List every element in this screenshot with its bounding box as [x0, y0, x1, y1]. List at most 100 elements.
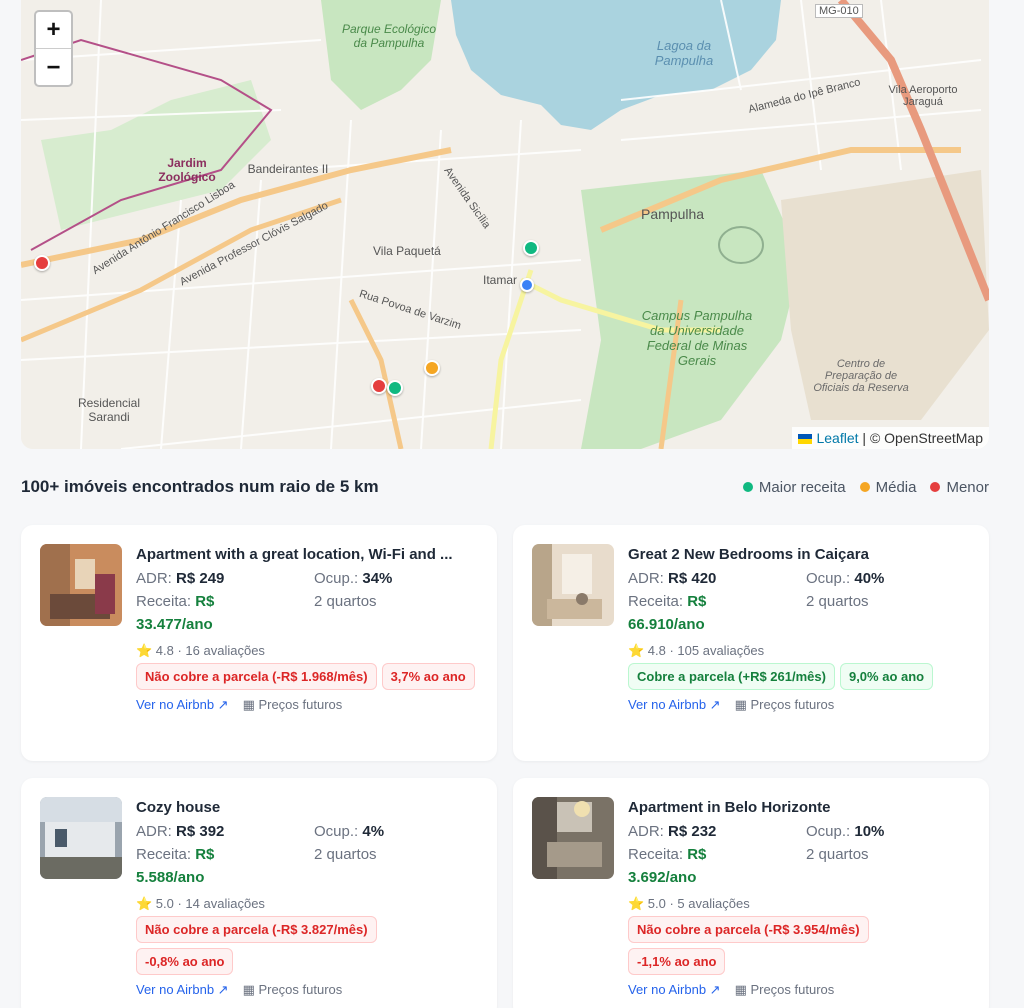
- occ-stat: Ocup.: 34%: [314, 567, 474, 590]
- map-pin-orange[interactable]: [424, 360, 440, 376]
- revenue-label: Receita:: [136, 593, 192, 610]
- ukraine-flag-icon: [798, 434, 813, 444]
- revenue-label: Receita:: [628, 846, 684, 863]
- map-label-vila-paqueta: Vila Paquetá: [373, 244, 441, 258]
- adr-label: ADR:: [628, 570, 664, 587]
- orange-dot-icon: [859, 482, 870, 492]
- airbnb-link[interactable]: Ver no Airbnb ↗: [136, 697, 229, 713]
- listing-links: Ver no Airbnb ↗ ▦ Preços futuros: [628, 697, 968, 713]
- revenue-value: 33.477/ano: [136, 616, 213, 633]
- installment-badge: Não cobre a parcela (-R$ 3.827/mês): [136, 916, 377, 943]
- badges: Não cobre a parcela (-R$ 1.968/mês) 3,7%…: [136, 663, 476, 690]
- occ-stat: Ocup.: 4%: [314, 820, 474, 843]
- rating: ⭐ 5.0 · 5 avaliações: [628, 896, 750, 911]
- airbnb-link[interactable]: Ver no Airbnb ↗: [628, 982, 721, 998]
- listing-links: Ver no Airbnb ↗ ▦ Preços futuros: [136, 982, 476, 998]
- revenue-value: 66.910/ano: [628, 616, 705, 633]
- legend: Maior receita Média Menor: [742, 479, 989, 496]
- future-prices-link[interactable]: ▦ Preços futuros: [735, 982, 835, 998]
- adr-stat: ADR: R$ 420: [628, 567, 806, 590]
- installment-badge: Não cobre a parcela (-R$ 1.968/mês): [136, 663, 377, 690]
- occ-value: 10%: [854, 823, 885, 840]
- listing-card[interactable]: Great 2 New Bedrooms in Caiçara ADR: R$ …: [513, 525, 989, 761]
- listing-photo[interactable]: [40, 544, 122, 626]
- future-prices-link[interactable]: ▦ Preços futuros: [243, 697, 343, 713]
- map-label-itamar: Itamar: [483, 273, 518, 287]
- badges: Cobre a parcela (+R$ 261/mês) 9,0% ao an…: [628, 663, 968, 690]
- adr-stat: ADR: R$ 232: [628, 820, 806, 843]
- revenue-label: Receita:: [136, 846, 192, 863]
- listing-title[interactable]: Apartment with a great location, Wi-Fi a…: [136, 545, 476, 565]
- badges: Não cobre a parcela (-R$ 3.954/mês) -1,1…: [628, 916, 968, 975]
- revenue-currency: R$: [687, 846, 707, 863]
- adr-label: ADR:: [628, 823, 664, 840]
- listing-photo[interactable]: [532, 797, 614, 879]
- zoom-in-button[interactable]: +: [36, 12, 71, 49]
- adr-value: R$ 420: [668, 570, 717, 587]
- map-attribution: Leaflet | © OpenStreetMap: [792, 427, 989, 449]
- rooms: 2 quartos: [314, 593, 377, 610]
- map-pin-green[interactable]: [523, 240, 539, 256]
- adr-value: R$ 232: [668, 823, 717, 840]
- listing-links: Ver no Airbnb ↗ ▦ Preços futuros: [136, 697, 476, 713]
- revenue-stat: Receita: R$ 33.477/ano: [136, 590, 314, 636]
- future-prices-link[interactable]: ▦ Preços futuros: [243, 982, 343, 998]
- occ-label: Ocup.:: [806, 823, 851, 840]
- future-prices-link[interactable]: ▦ Preços futuros: [735, 697, 835, 713]
- listing-info: Apartment with a great location, Wi-Fi a…: [136, 545, 476, 713]
- yield-badge: -0,8% ao ano: [136, 948, 234, 975]
- legend-item-mid: Média: [859, 479, 916, 496]
- map-pin-green[interactable]: [387, 380, 403, 396]
- airbnb-link[interactable]: Ver no Airbnb ↗: [628, 697, 721, 713]
- occ-stat: Ocup.: 40%: [806, 567, 966, 590]
- rooms: 2 quartos: [314, 846, 377, 863]
- legend-item-high: Maior receita: [742, 479, 846, 496]
- occ-label: Ocup.:: [314, 570, 359, 587]
- adr-label: ADR:: [136, 823, 172, 840]
- occ-value: 34%: [362, 570, 393, 587]
- badges: Não cobre a parcela (-R$ 3.827/mês) -0,8…: [136, 916, 476, 975]
- listing-photo[interactable]: [532, 544, 614, 626]
- map-pin-red[interactable]: [34, 255, 50, 271]
- listing-card[interactable]: Cozy house ADR: R$ 392 Ocup.: 4% Receita…: [21, 778, 497, 1008]
- listing-info: Apartment in Belo Horizonte ADR: R$ 232 …: [628, 798, 968, 998]
- listing-title[interactable]: Cozy house: [136, 798, 476, 818]
- installment-badge: Cobre a parcela (+R$ 261/mês): [628, 663, 835, 690]
- map[interactable]: MG-010 Lagoa da Pampulha Parque Ecológic…: [21, 0, 989, 449]
- occ-value: 4%: [362, 823, 385, 840]
- map-label-bandeirantes: Bandeirantes II: [247, 162, 329, 176]
- red-dot-icon: [930, 482, 941, 492]
- listing-stats: ADR: R$ 392 Ocup.: 4% Receita: R$ 5.588/a…: [136, 820, 476, 889]
- adr-stat: ADR: R$ 392: [136, 820, 314, 843]
- occ-stat: Ocup.: 10%: [806, 820, 966, 843]
- airbnb-link[interactable]: Ver no Airbnb ↗: [136, 982, 229, 998]
- listing-photo[interactable]: [40, 797, 122, 879]
- zoom-out-button[interactable]: −: [36, 49, 71, 85]
- green-dot-icon: [742, 482, 753, 492]
- listing-links: Ver no Airbnb ↗ ▦ Preços futuros: [628, 982, 968, 998]
- map-pin-blue[interactable]: [520, 278, 534, 292]
- map-label-pampulha: Pampulha: [641, 206, 705, 222]
- results-header: 100+ imóveis encontrados num raio de 5 k…: [21, 476, 989, 498]
- listing-title[interactable]: Apartment in Belo Horizonte: [628, 798, 968, 818]
- revenue-label: Receita:: [628, 593, 684, 610]
- revenue-currency: R$: [687, 593, 707, 610]
- rating: ⭐ 4.8 · 16 avaliações: [136, 643, 265, 658]
- results-title: 100+ imóveis encontrados num raio de 5 k…: [21, 477, 379, 496]
- occ-label: Ocup.:: [806, 570, 851, 587]
- revenue-stat: Receita: R$ 5.588/ano: [136, 843, 314, 889]
- listing-card[interactable]: Apartment with a great location, Wi-Fi a…: [21, 525, 497, 761]
- listing-card[interactable]: Apartment in Belo Horizonte ADR: R$ 232 …: [513, 778, 989, 1008]
- revenue-stat: Receita: R$ 66.910/ano: [628, 590, 806, 636]
- leaflet-link[interactable]: Leaflet: [816, 430, 858, 446]
- revenue-currency: R$: [195, 846, 215, 863]
- yield-badge: 3,7% ao ano: [381, 663, 475, 690]
- listing-title[interactable]: Great 2 New Bedrooms in Caiçara: [628, 545, 968, 565]
- map-label-parque: Parque Ecológico da Pampulha: [341, 22, 437, 50]
- map-label-vila-aeroporto: Vila Aeroporto Jaraguá: [888, 84, 958, 108]
- map-pin-red[interactable]: [371, 378, 387, 394]
- rating: ⭐ 4.8 · 105 avaliações: [628, 643, 765, 658]
- revenue-value: 3.692/ano: [628, 869, 697, 886]
- listing-stats: ADR: R$ 249 Ocup.: 34% Receita: R$ 33.477…: [136, 567, 476, 636]
- occ-value: 40%: [854, 570, 885, 587]
